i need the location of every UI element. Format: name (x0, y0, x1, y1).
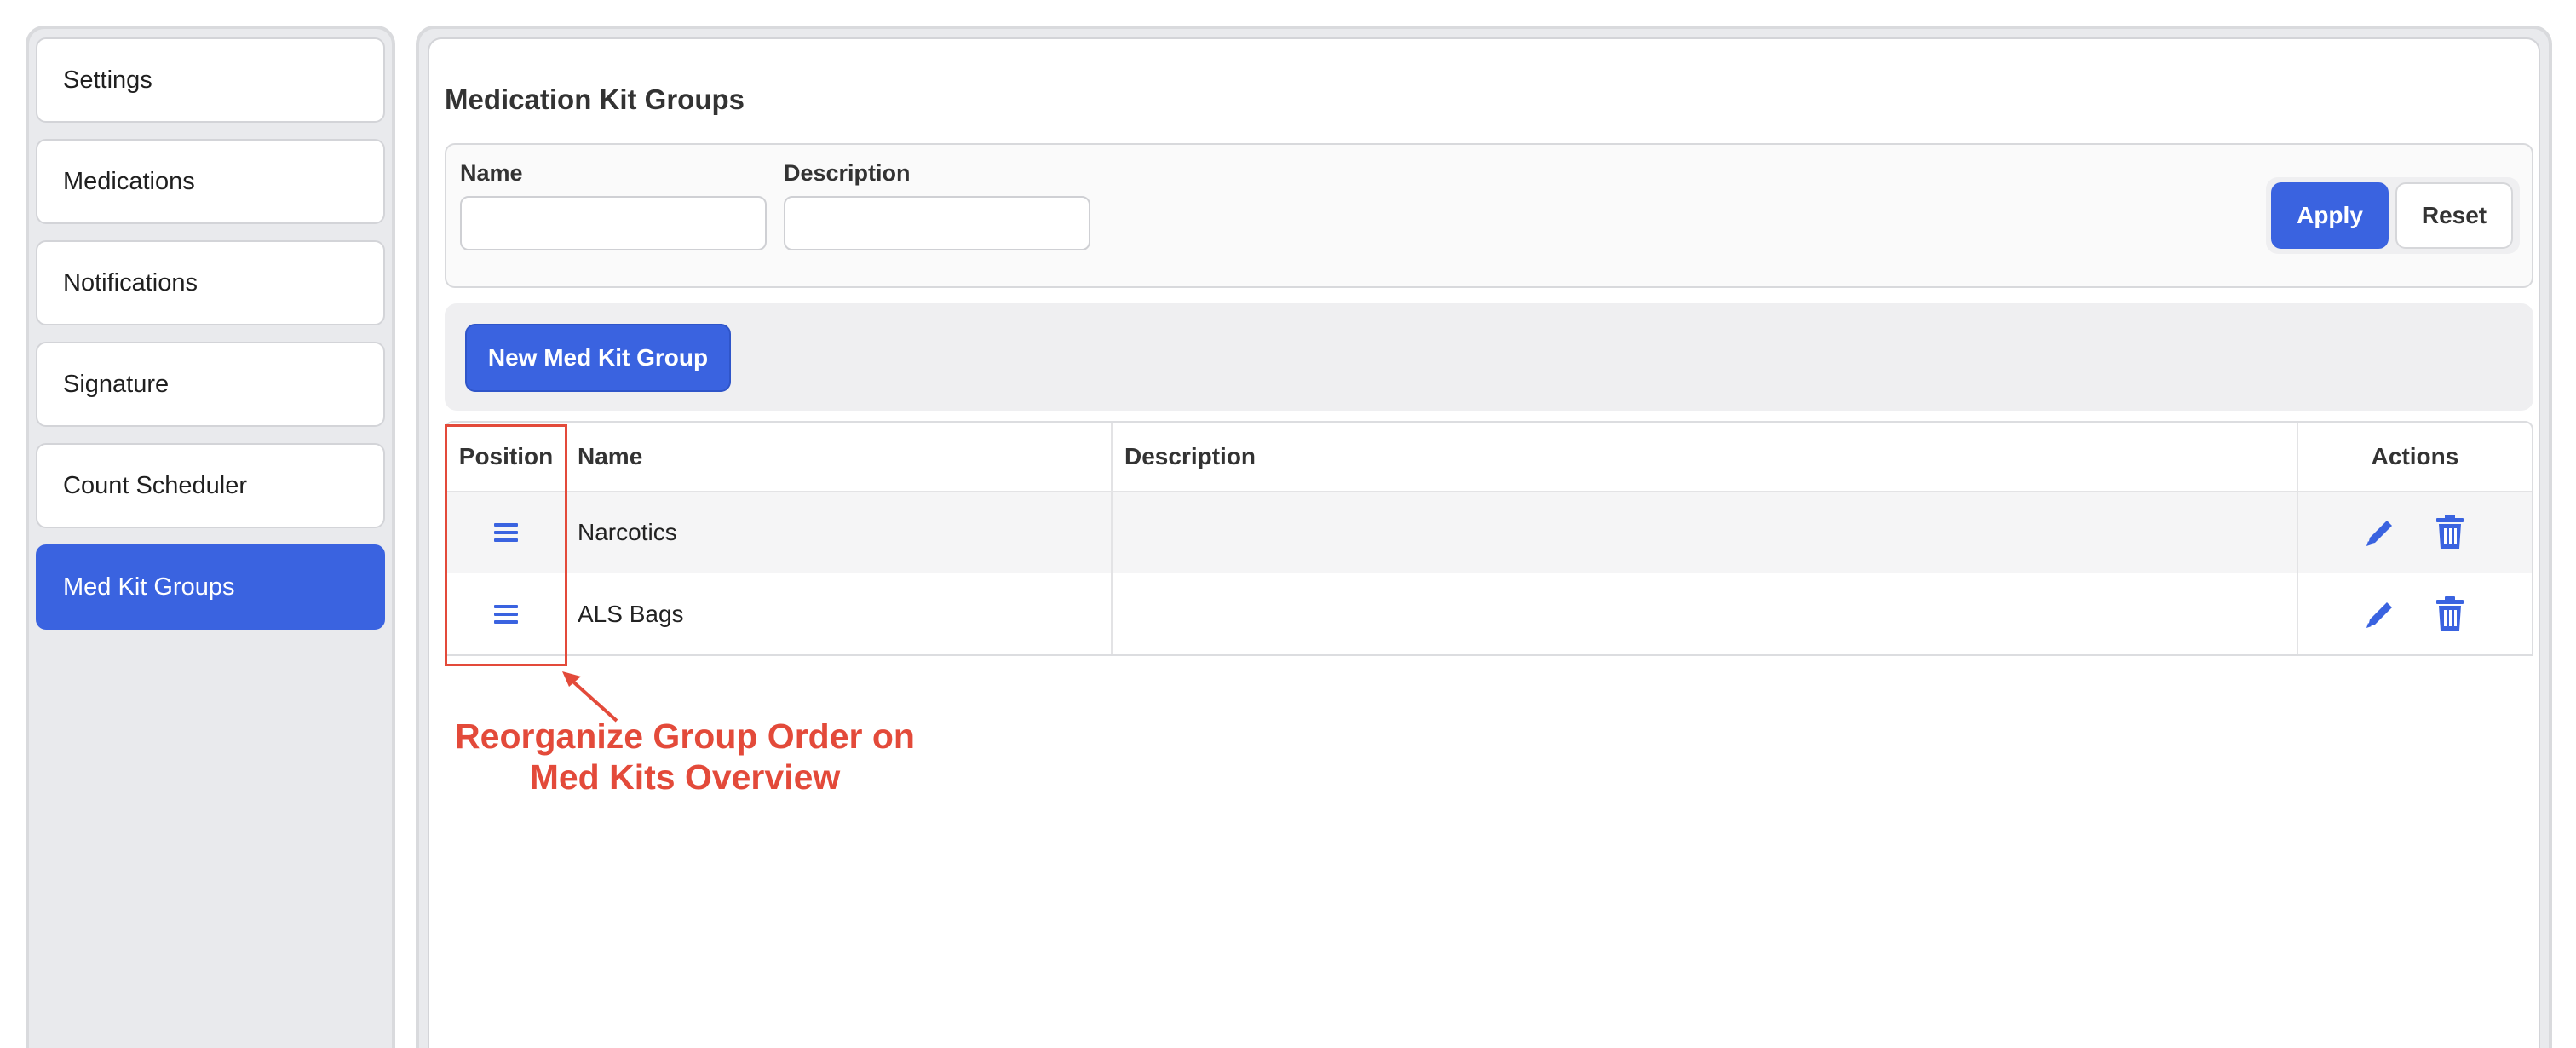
column-header-position: Position (458, 443, 554, 469)
sidebar: Settings Medications Notifications Signa… (26, 26, 395, 1048)
drag-handle-icon[interactable] (487, 514, 525, 551)
annotation-line-1: Reorganize Group Order on (455, 717, 915, 756)
name-filter-input[interactable] (460, 196, 767, 250)
sidebar-item-label: Signature (63, 370, 170, 398)
column-header-description: Description (1111, 423, 2297, 491)
main-panel: Medication Kit Groups Name Description A… (428, 37, 2540, 1048)
filter-panel: Name Description Apply Reset (445, 143, 2533, 288)
reset-button[interactable]: Reset (2395, 182, 2513, 249)
sidebar-item-label: Medications (63, 167, 195, 195)
filter-button-group: Apply Reset (2266, 177, 2520, 254)
name-cell: ALS Bags (578, 600, 684, 627)
drag-handle-icon[interactable] (487, 596, 525, 633)
sidebar-item-notifications[interactable]: Notifications (36, 240, 385, 325)
sidebar-item-count-scheduler[interactable]: Count Scheduler (36, 443, 385, 528)
sidebar-item-label: Med Kit Groups (63, 573, 235, 601)
description-filter-label: Description (784, 160, 911, 186)
pencil-icon[interactable] (2361, 514, 2399, 551)
new-med-kit-group-button[interactable]: New Med Kit Group (465, 324, 731, 392)
column-header-actions: Actions (2297, 423, 2532, 491)
actions-cell (2297, 573, 2532, 654)
trash-icon[interactable] (2431, 514, 2469, 551)
name-filter-label: Name (460, 160, 523, 186)
apply-button[interactable]: Apply (2271, 182, 2389, 249)
sidebar-item-label: Settings (63, 66, 152, 94)
table-row: Narcotics (446, 491, 2532, 573)
column-header-name: Name (578, 443, 643, 469)
trash-icon[interactable] (2431, 596, 2469, 633)
med-kit-groups-table: Position Name Description Actions Narcot… (445, 421, 2533, 656)
page-title: Medication Kit Groups (445, 83, 745, 115)
pencil-icon[interactable] (2361, 596, 2399, 633)
sidebar-item-label: Notifications (63, 268, 198, 297)
sidebar-item-med-kit-groups[interactable]: Med Kit Groups (36, 544, 385, 630)
table-header-row: Position Name Description Actions (446, 423, 2532, 491)
description-filter-input[interactable] (784, 196, 1090, 250)
sidebar-item-settings[interactable]: Settings (36, 37, 385, 123)
annotation-callout: Reorganize Group Order on Med Kits Overv… (429, 716, 940, 798)
actions-cell (2297, 492, 2532, 573)
description-cell (1111, 573, 2297, 654)
name-cell: Narcotics (578, 518, 677, 545)
main-panel-frame: Medication Kit Groups Name Description A… (416, 26, 2552, 1048)
position-cell (446, 492, 566, 573)
table-row: ALS Bags (446, 573, 2532, 654)
sidebar-item-medications[interactable]: Medications (36, 139, 385, 224)
sidebar-item-label: Count Scheduler (63, 471, 248, 499)
position-cell (446, 573, 566, 654)
annotation-line-2: Med Kits Overview (529, 757, 841, 797)
toolbar: New Med Kit Group (445, 303, 2533, 411)
description-cell (1111, 492, 2297, 573)
sidebar-item-signature[interactable]: Signature (36, 342, 385, 427)
